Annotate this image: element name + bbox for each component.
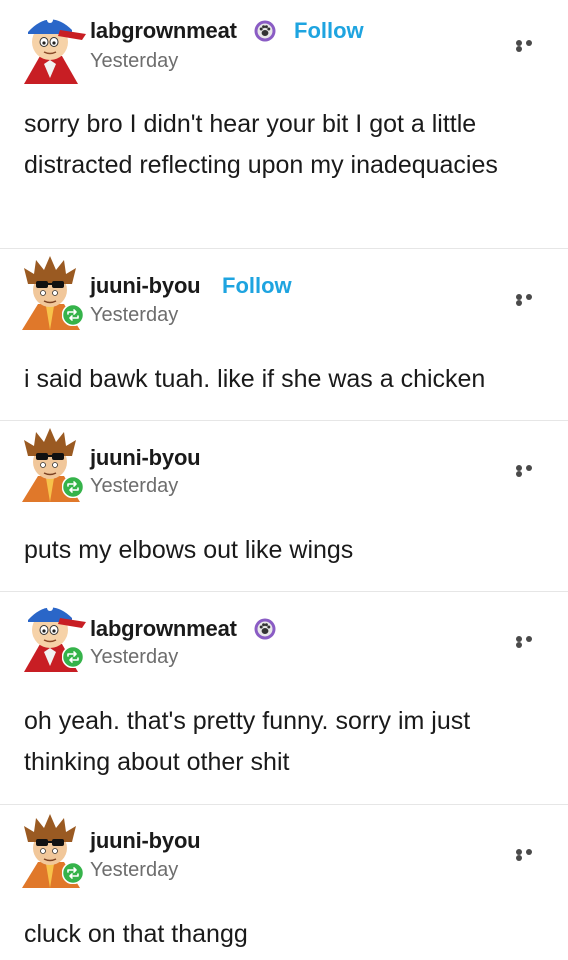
username[interactable]: juuni-byou [90, 273, 201, 299]
username[interactable]: labgrownmeat [90, 18, 237, 44]
reblog-icon [62, 304, 84, 326]
post-text: cluck on that thangg [24, 920, 248, 948]
reblog-icon [62, 646, 84, 668]
more-options-icon[interactable] [516, 40, 544, 52]
username[interactable]: juuni-byou [90, 445, 201, 471]
post-text: sorry bro I didn't hear your bit I got a… [24, 110, 498, 179]
timestamp[interactable]: Yesterday [90, 859, 178, 882]
post-text: oh yeah. that's pretty funny. sorry im j… [24, 707, 471, 776]
timestamp[interactable]: Yesterday [90, 304, 178, 327]
timestamp[interactable]: Yesterday [90, 475, 178, 498]
follow-button[interactable]: Follow [294, 18, 364, 44]
post-text: i said bawk tuah. like if she was a chic… [24, 365, 486, 393]
more-options-icon[interactable] [516, 465, 544, 477]
post-text: puts my elbows out like wings [24, 536, 354, 564]
username[interactable]: juuni-byou [90, 828, 201, 854]
more-options-icon[interactable] [516, 636, 544, 648]
divider [0, 591, 568, 592]
reblog-icon [62, 862, 84, 884]
paw-badge-icon [254, 20, 276, 42]
divider [0, 248, 568, 249]
divider [0, 804, 568, 805]
timestamp[interactable]: Yesterday [90, 50, 178, 73]
username[interactable]: labgrownmeat [90, 616, 237, 642]
reblog-icon [62, 476, 84, 498]
paw-badge-icon [254, 618, 276, 640]
divider [0, 420, 568, 421]
follow-button[interactable]: Follow [222, 273, 292, 299]
red-cap-character-avatar[interactable] [10, 8, 88, 84]
more-options-icon[interactable] [516, 294, 544, 306]
more-options-icon[interactable] [516, 849, 544, 861]
timestamp[interactable]: Yesterday [90, 646, 178, 669]
